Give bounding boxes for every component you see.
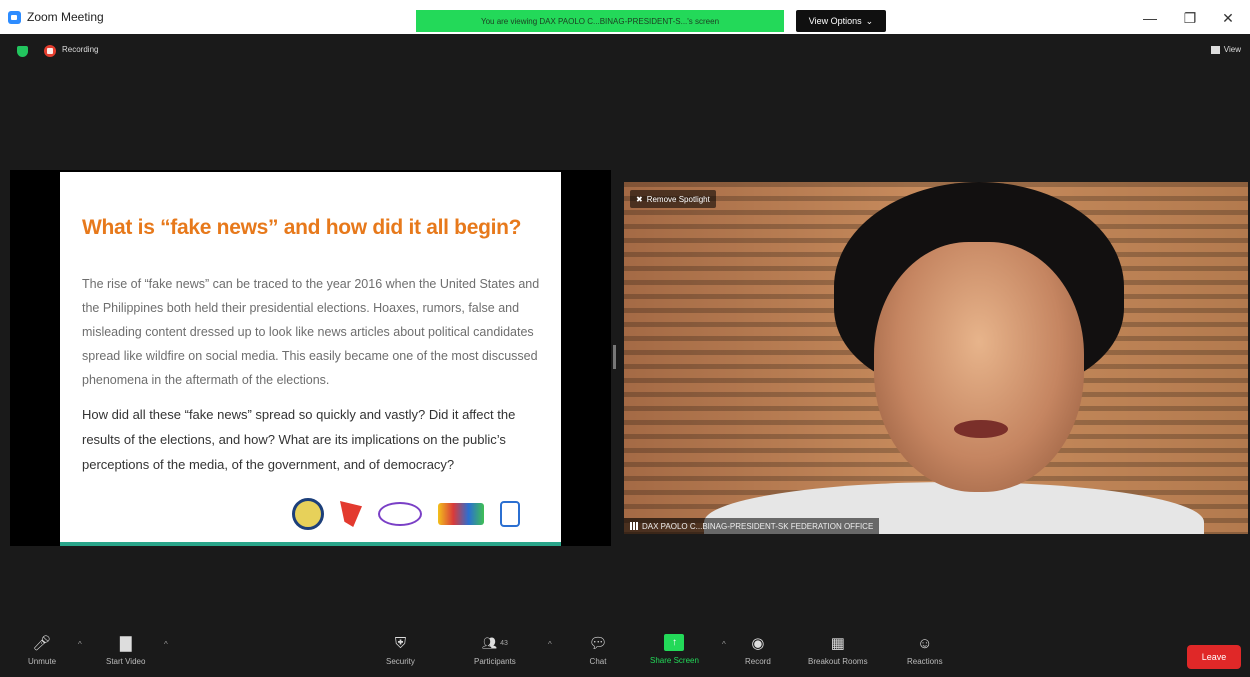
slide-title: What is “fake news” and how did it all b… bbox=[82, 216, 522, 239]
view-options-button[interactable]: View Options ⌄ bbox=[796, 10, 886, 32]
signal-strength-icon bbox=[630, 522, 638, 530]
recording-icon[interactable] bbox=[44, 45, 56, 57]
status-bar bbox=[0, 34, 1250, 64]
participants-button[interactable]: 👥︎ 43 Participants bbox=[474, 634, 516, 666]
remove-spotlight-button[interactable]: ✖ Remove Spotlight bbox=[630, 190, 716, 208]
record-icon: ◉ bbox=[751, 635, 765, 652]
breakout-rooms-icon: ▦ bbox=[830, 635, 845, 652]
audio-options-caret[interactable]: ^ bbox=[78, 640, 82, 649]
participants-options-caret[interactable]: ^ bbox=[548, 640, 552, 649]
app-title: Zoom Meeting bbox=[8, 10, 104, 24]
participant-count: 43 bbox=[500, 639, 508, 647]
encryption-shield-icon[interactable] bbox=[17, 46, 28, 57]
unmute-label: Unmute bbox=[28, 657, 57, 666]
chat-button[interactable]: 💬︎ Chat bbox=[588, 634, 608, 666]
person-mouth bbox=[954, 420, 1008, 438]
zoom-logo-icon bbox=[8, 10, 21, 24]
meeting-toolbar bbox=[0, 622, 1250, 677]
video-off-icon: ▇ bbox=[119, 635, 132, 652]
participant-name-tag: DAX PAOLO C...BINAG-PRESIDENT-SK FEDERAT… bbox=[624, 518, 880, 534]
split-view-divider[interactable] bbox=[613, 345, 616, 369]
screen-share-banner: You are viewing DAX PAOLO C...BINAG-PRES… bbox=[416, 10, 784, 32]
presentation-slide: What is “fake news” and how did it all b… bbox=[60, 172, 561, 546]
minimize-button[interactable]: — bbox=[1140, 9, 1160, 27]
seal-logo bbox=[292, 498, 324, 530]
oval-logo bbox=[378, 502, 422, 526]
view-label: View bbox=[1223, 45, 1241, 54]
breakout-rooms-label: Breakout Rooms bbox=[808, 657, 868, 666]
shield-icon: ⛨ bbox=[394, 634, 407, 652]
remove-spotlight-label: Remove Spotlight bbox=[646, 194, 710, 204]
slide-paragraph-1: The rise of “fake news” can be traced to… bbox=[82, 277, 540, 387]
person-face bbox=[874, 242, 1084, 492]
grid-view-icon bbox=[1210, 45, 1220, 54]
pin-icon: ✖ bbox=[636, 194, 643, 204]
slide-logos bbox=[292, 498, 520, 530]
window-title: Zoom Meeting bbox=[27, 10, 104, 24]
leave-button[interactable]: Leave bbox=[1187, 645, 1241, 669]
share-options-caret[interactable]: ^ bbox=[722, 640, 726, 649]
view-options-label: View Options bbox=[808, 16, 862, 26]
reactions-icon: ☺ bbox=[917, 634, 933, 652]
sk-logo bbox=[340, 501, 362, 527]
record-button[interactable]: ◉ Record bbox=[745, 634, 771, 666]
participants-label: Participants bbox=[474, 657, 516, 666]
chevron-down-icon: ⌄ bbox=[865, 15, 874, 26]
colorful-logo bbox=[438, 503, 484, 525]
close-button[interactable]: ✕ bbox=[1218, 9, 1238, 27]
start-video-button[interactable]: ▇ Start Video bbox=[106, 634, 145, 666]
chat-icon: 💬︎ bbox=[588, 635, 608, 652]
video-options-caret[interactable]: ^ bbox=[164, 640, 168, 649]
share-screen-icon: ↑ bbox=[664, 634, 685, 651]
breakout-rooms-button[interactable]: ▦ Breakout Rooms bbox=[808, 634, 868, 666]
reactions-button[interactable]: ☺ Reactions bbox=[907, 634, 943, 667]
participant-video bbox=[624, 182, 1248, 534]
microphone-muted-icon: 🎤︎ bbox=[32, 635, 52, 652]
shield-logo bbox=[500, 501, 520, 527]
security-button[interactable]: ⛨ Security bbox=[386, 634, 415, 667]
restore-button[interactable]: ❐ bbox=[1180, 9, 1200, 27]
unmute-button[interactable]: 🎤︎ Unmute bbox=[28, 634, 56, 666]
start-video-label: Start Video bbox=[106, 657, 146, 666]
recording-label: Recording bbox=[62, 45, 99, 54]
reactions-label: Reactions bbox=[907, 657, 943, 666]
slide-paragraph-2: How did all these “fake news” spread so … bbox=[82, 407, 516, 472]
chat-label: Chat bbox=[589, 657, 607, 666]
participant-name: DAX PAOLO C...BINAG-PRESIDENT-SK FEDERAT… bbox=[642, 521, 874, 531]
share-screen-label: Share Screen bbox=[650, 656, 699, 665]
participants-icon: 👥︎ 43 bbox=[481, 636, 508, 650]
share-screen-button[interactable]: ↑ Share Screen bbox=[650, 634, 699, 665]
view-button[interactable]: View bbox=[1210, 45, 1241, 54]
record-label: Record bbox=[745, 657, 771, 666]
security-label: Security bbox=[386, 657, 415, 666]
